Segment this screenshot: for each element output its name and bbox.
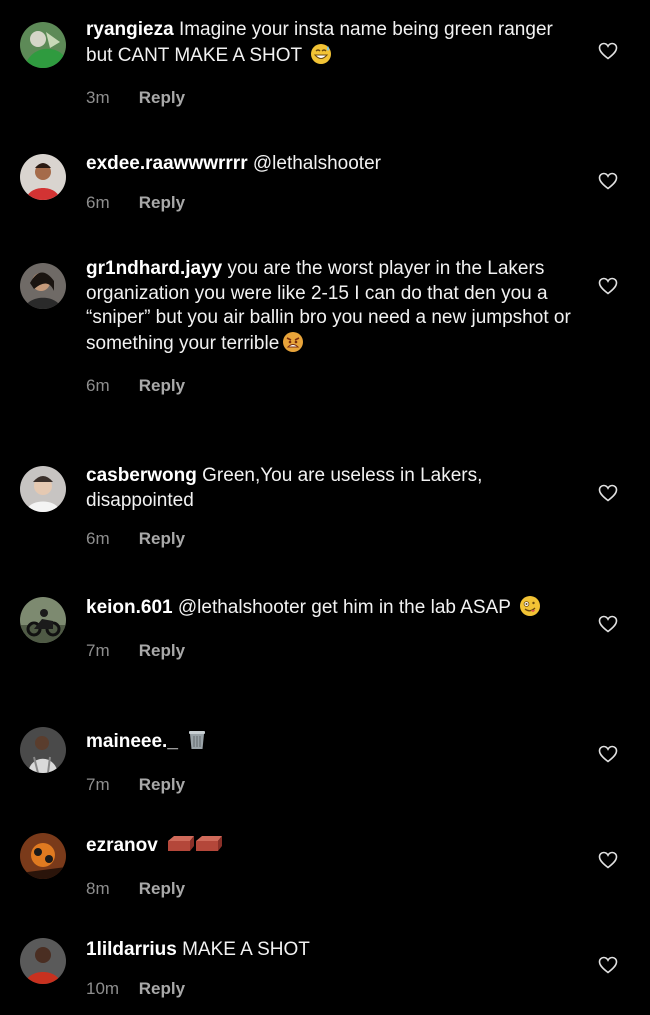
heart-icon[interactable] [598, 615, 620, 635]
avatar[interactable] [20, 727, 66, 773]
comment-message: @lethalshooter [252, 153, 381, 174]
comment-username[interactable]: exdee.raawwwrrrr [86, 153, 248, 174]
comment-username[interactable]: casberwong [86, 465, 197, 486]
comment-meta: 6m Reply [86, 376, 578, 396]
comment-time: 7m [86, 640, 110, 660]
reply-button[interactable]: Reply [139, 775, 185, 794]
comment-body: keion.601 @lethalshooter get him in the … [86, 595, 578, 661]
comment-meta: 3m Reply [86, 88, 578, 108]
reply-button[interactable]: Reply [139, 979, 185, 998]
heart-icon[interactable] [598, 172, 620, 192]
comment-body: 1lildarrius MAKE A SHOT 10m Reply [86, 938, 578, 999]
comment-text: keion.601 @lethalshooter get him in the … [86, 595, 578, 625]
comment-text: exdee.raawwwrrrr @lethalshooter [86, 152, 578, 177]
comment-time: 8m [86, 878, 110, 898]
comment-time: 6m [86, 376, 110, 395]
comment-text: gr1ndhard.jayy you are the worst player … [86, 257, 578, 360]
comment-meta: 6m Reply [86, 193, 578, 213]
comment-text: maineee._ [86, 727, 578, 759]
comment-message: MAKE A SHOT [182, 939, 310, 960]
reply-button[interactable]: Reply [139, 879, 185, 898]
avatar[interactable] [20, 263, 66, 309]
comment-time: 7m [86, 774, 110, 794]
comment-body: exdee.raawwwrrrr @lethalshooter 6m Reply [86, 152, 578, 213]
heart-icon[interactable] [598, 745, 620, 765]
comment-username[interactable]: gr1ndhard.jayy [86, 258, 222, 279]
comment-username[interactable]: keion.601 [86, 597, 173, 618]
comment-body: ryangieza Imagine your insta name being … [86, 18, 578, 108]
comment-meta: 7m Reply [86, 775, 578, 795]
reply-button[interactable]: Reply [139, 641, 185, 660]
zany-emoji [519, 595, 541, 625]
comment-text: ezranov [86, 833, 578, 863]
comment-meta: 6m Reply [86, 529, 578, 549]
reply-button[interactable]: Reply [139, 529, 185, 548]
reply-button[interactable]: Reply [139, 88, 185, 107]
comment-body: maineee._ 7m Reply [86, 727, 578, 795]
heart-icon[interactable] [598, 484, 620, 504]
avatar[interactable] [20, 466, 66, 512]
brick-emoji [166, 833, 223, 863]
comment-time: 3m [86, 88, 110, 107]
comment-text: ryangieza Imagine your insta name being … [86, 18, 578, 72]
comment-meta: 7m Reply [86, 641, 578, 661]
comment-meta: 8m Reply [86, 879, 578, 899]
avatar[interactable] [20, 597, 66, 643]
angry-emoji [282, 331, 304, 361]
reply-button[interactable]: Reply [139, 193, 185, 212]
avatar[interactable] [20, 833, 66, 879]
grin-sweat-emoji [310, 43, 332, 73]
heart-icon[interactable] [598, 851, 620, 871]
comment-username[interactable]: maineee._ [86, 731, 178, 752]
comment-time: 10m [86, 978, 120, 998]
comment-time: 6m [86, 529, 110, 548]
comment-body: gr1ndhard.jayy you are the worst player … [86, 257, 578, 396]
reply-button[interactable]: Reply [139, 376, 185, 395]
avatar[interactable] [20, 938, 66, 984]
comment-username[interactable]: ezranov [86, 835, 158, 856]
comment-text: 1lildarrius MAKE A SHOT [86, 938, 578, 963]
comment-body: ezranov 8m Reply [86, 833, 578, 899]
avatar[interactable] [20, 22, 66, 68]
comment-username[interactable]: ryangieza [86, 19, 174, 40]
comment-text: casberwong Green,You are useless in Lake… [86, 464, 578, 513]
heart-icon[interactable] [598, 956, 620, 976]
heart-icon[interactable] [598, 277, 620, 297]
comment-meta: 10m Reply [86, 979, 578, 999]
avatar[interactable] [20, 154, 66, 200]
comment-message: @lethalshooter get him in the lab ASAP [177, 597, 511, 618]
trash-can-emoji [186, 727, 208, 759]
heart-icon[interactable] [598, 42, 620, 62]
comment-time: 6m [86, 192, 110, 212]
comment-body: casberwong Green,You are useless in Lake… [86, 464, 578, 549]
comment-username[interactable]: 1lildarrius [86, 939, 177, 960]
